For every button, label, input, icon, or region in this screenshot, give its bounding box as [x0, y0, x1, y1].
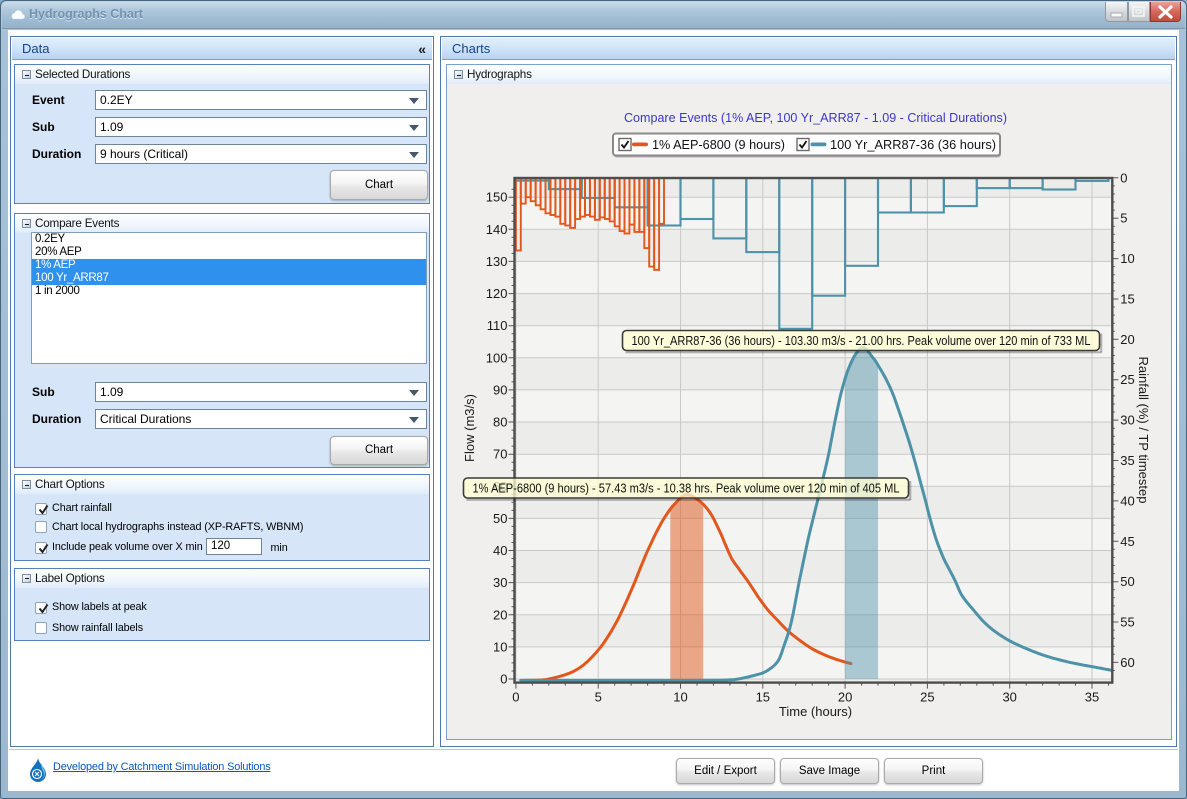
svg-text:35: 35 — [1120, 453, 1134, 468]
svg-text:5: 5 — [1120, 211, 1127, 226]
svg-text:25: 25 — [1120, 372, 1134, 387]
svg-text:15: 15 — [756, 690, 770, 705]
svg-text:Compare Events (1% AEP, 100 Yr: Compare Events (1% AEP, 100 Yr_ARR87 - 1… — [624, 110, 1007, 125]
svg-text:Rainfall (%) / TP timestep: Rainfall (%) / TP timestep — [1136, 357, 1151, 504]
svg-text:40: 40 — [1120, 493, 1134, 508]
svg-text:70: 70 — [493, 447, 507, 462]
svg-text:20: 20 — [838, 690, 852, 705]
svg-text:Flow (m3/s): Flow (m3/s) — [462, 394, 477, 462]
svg-text:50: 50 — [1120, 574, 1134, 589]
svg-text:30: 30 — [1002, 690, 1016, 705]
svg-text:100 Yr_ARR87-36 (36 hours): 100 Yr_ARR87-36 (36 hours) — [830, 137, 996, 152]
svg-text:15: 15 — [1120, 292, 1134, 307]
svg-text:80: 80 — [493, 415, 507, 430]
svg-text:50: 50 — [493, 511, 507, 526]
svg-text:130: 130 — [486, 254, 508, 269]
svg-text:1% AEP-6800 (9 hours) - 57.43: 1% AEP-6800 (9 hours) - 57.43 m3/s - 10.… — [473, 482, 900, 496]
svg-text:55: 55 — [1120, 615, 1134, 630]
svg-text:Time (hours): Time (hours) — [779, 704, 852, 719]
svg-text:20: 20 — [493, 607, 507, 622]
svg-text:90: 90 — [493, 382, 507, 397]
svg-text:25: 25 — [920, 690, 934, 705]
svg-text:110: 110 — [487, 318, 508, 333]
svg-text:150: 150 — [486, 190, 508, 205]
svg-text:1% AEP-6800 (9 hours): 1% AEP-6800 (9 hours) — [652, 137, 785, 152]
svg-text:40: 40 — [493, 543, 507, 558]
svg-text:100: 100 — [486, 350, 508, 365]
svg-text:10: 10 — [1120, 251, 1134, 266]
svg-text:45: 45 — [1120, 534, 1134, 549]
svg-text:10: 10 — [493, 639, 507, 654]
svg-text:30: 30 — [1120, 413, 1134, 428]
svg-text:0: 0 — [512, 690, 519, 705]
svg-text:10: 10 — [673, 690, 687, 705]
svg-text:100 Yr_ARR87-36 (36 hours) - 1: 100 Yr_ARR87-36 (36 hours) - 103.30 m3/s… — [632, 334, 1091, 348]
svg-text:140: 140 — [486, 222, 508, 237]
svg-text:5: 5 — [595, 690, 602, 705]
svg-text:120: 120 — [486, 286, 508, 301]
svg-text:0: 0 — [500, 672, 507, 687]
svg-text:30: 30 — [493, 575, 507, 590]
svg-text:20: 20 — [1120, 332, 1134, 347]
svg-text:60: 60 — [1120, 655, 1134, 670]
svg-text:35: 35 — [1085, 690, 1099, 705]
svg-text:0: 0 — [1120, 170, 1127, 185]
